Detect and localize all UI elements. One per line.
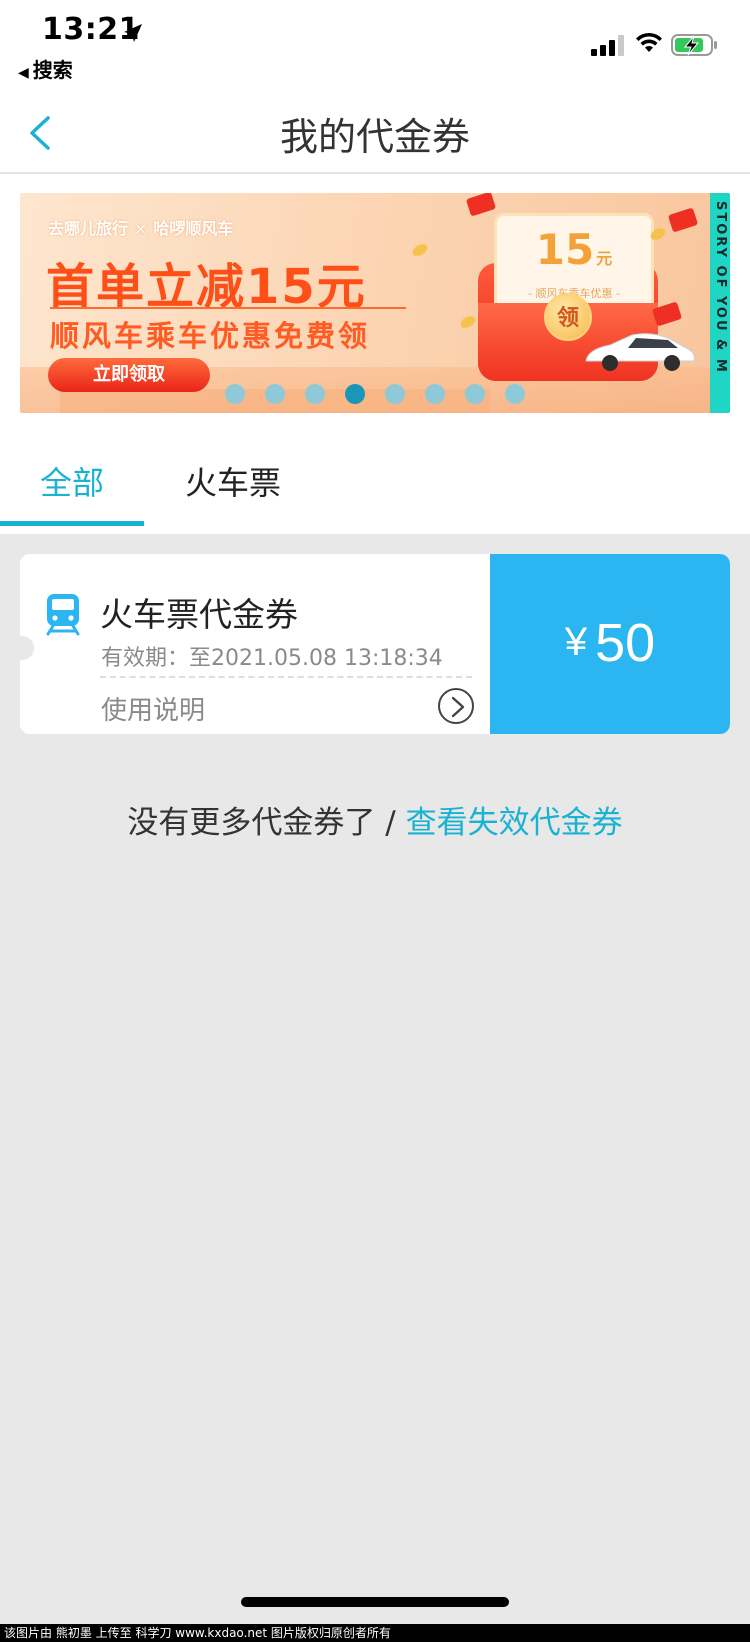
coupon-amount: ¥50	[490, 612, 730, 674]
brand-hello: 哈啰顺风车	[153, 219, 234, 238]
carousel-dot[interactable]	[505, 384, 525, 404]
tab-active-indicator	[0, 521, 144, 526]
back-triangle-icon: ◀	[18, 65, 29, 81]
chevron-right-icon[interactable]	[438, 688, 474, 724]
coupon-amount-panel: ¥50	[490, 554, 730, 734]
carousel-dot[interactable]	[425, 384, 445, 404]
car-icon	[585, 333, 695, 371]
coupon-notch	[10, 636, 34, 660]
no-more-coupons-message: 没有更多代金券了 / 查看失效代金券	[0, 797, 750, 842]
carousel-dot[interactable]	[265, 384, 285, 404]
banner-brand-row: 去哪儿旅行 × 哈啰顺风车	[48, 219, 234, 238]
carousel-dot[interactable]	[465, 384, 485, 404]
coupon-title: 火车票代金券	[100, 595, 298, 634]
page-title: 我的代金券	[279, 115, 470, 159]
banner-divider	[50, 307, 406, 309]
cellular-signal-icon	[591, 34, 625, 56]
wifi-icon	[636, 32, 662, 52]
banner-cta-button[interactable]: 立即领取	[48, 358, 210, 392]
brand-qunar: 去哪儿旅行	[48, 219, 129, 238]
location-arrow-icon	[124, 24, 142, 42]
promo-banner[interactable]: 去哪儿旅行 × 哈啰顺风车 首单立减15元 顺风车乘车优惠免费领 立即领取 15 元 …	[20, 193, 730, 413]
carousel-dot-active[interactable]	[345, 384, 365, 404]
tab-train-ticket[interactable]: 火车票	[185, 458, 281, 504]
carousel-dot[interactable]	[225, 384, 245, 404]
battery-charging-icon	[671, 34, 717, 56]
coupon-card[interactable]: 火车票代金券 有效期：至2021.05.08 13:18:34 使用说明 ¥50	[20, 554, 730, 734]
train-icon	[46, 594, 80, 636]
usage-instructions-link[interactable]: 使用说明	[101, 690, 205, 727]
tab-bar: 全部 火车票	[0, 440, 750, 526]
coupon-info: 火车票代金券 有效期：至2021.05.08 13:18:34 使用说明	[20, 554, 490, 734]
coupon-validity: 有效期：至2021.05.08 13:18:34	[101, 646, 443, 671]
watermark-text: 该图片由 熊初墨 上传至 科学刀 www.kxdao.net 图片版权归原创者所…	[0, 1624, 750, 1642]
banner-subline: 顺风车乘车优惠免费领	[50, 319, 371, 353]
no-more-text: 没有更多代金券了 /	[127, 805, 406, 841]
coupon-amount-value: 50	[595, 613, 656, 673]
navigation-bar: 我的代金券	[0, 92, 750, 174]
back-to-app-link[interactable]: ◀ 搜索	[18, 54, 73, 83]
carousel-dot[interactable]	[385, 384, 405, 404]
banner-side-text: STORY OF YOU & M	[713, 201, 728, 374]
coupon-divider	[100, 676, 472, 678]
banner-side-strip: STORY OF YOU & M	[710, 193, 730, 413]
currency-symbol: ¥	[564, 620, 588, 664]
back-app-label: 搜索	[32, 58, 73, 82]
view-expired-coupons-link[interactable]: 查看失效代金券	[406, 805, 623, 841]
carousel-dot[interactable]	[305, 384, 325, 404]
status-bar: 13:21 ◀ 搜索	[0, 0, 750, 90]
banner-card-amount: 15	[535, 225, 595, 274]
tab-all[interactable]: 全部	[40, 458, 104, 504]
home-indicator	[241, 1597, 509, 1607]
